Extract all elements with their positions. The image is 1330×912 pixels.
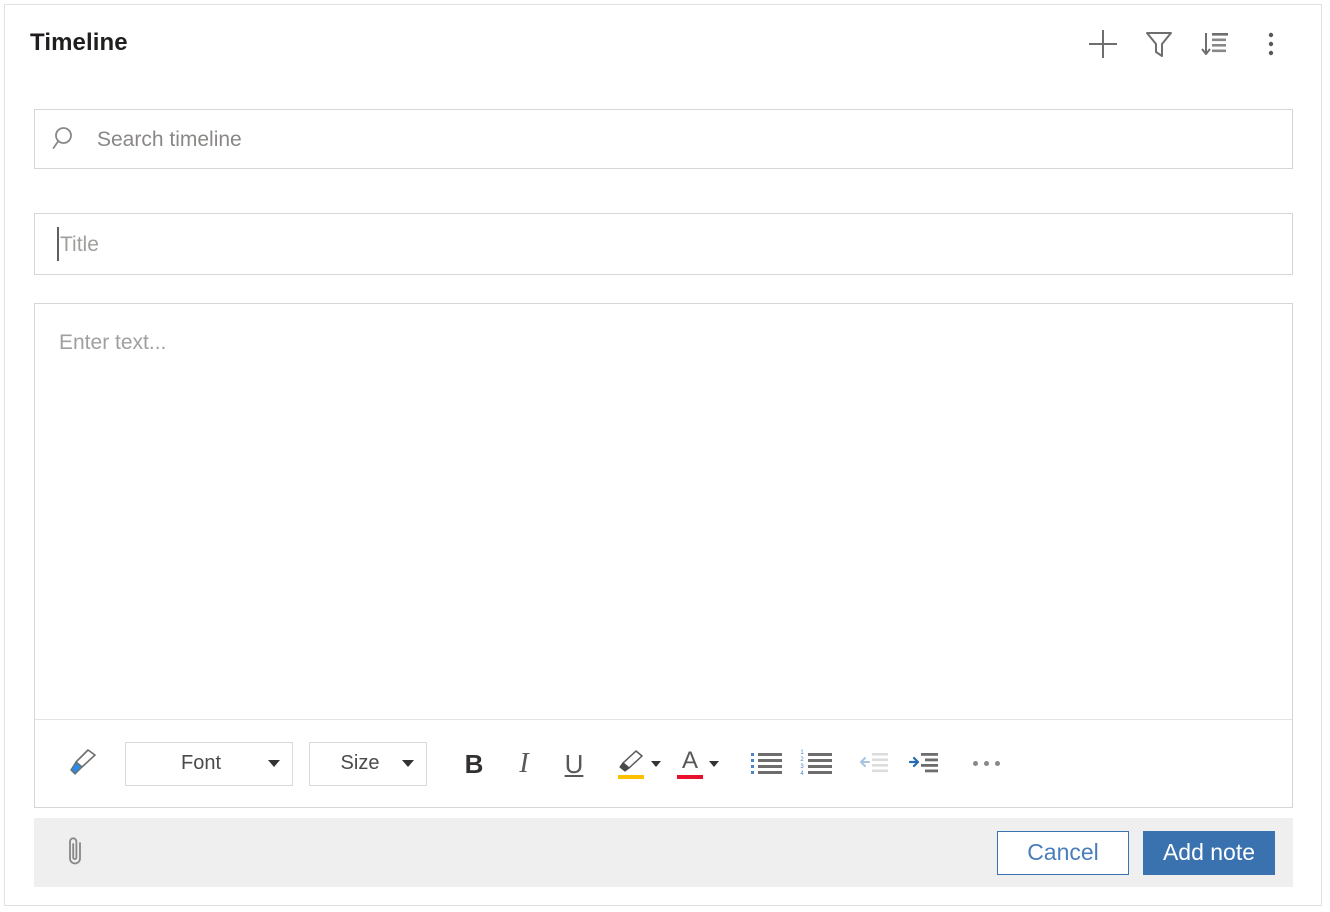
font-size-select[interactable]: Size [309, 741, 427, 786]
underline-icon: U [564, 748, 584, 779]
chevron-down-icon[interactable] [709, 760, 719, 767]
paperclip-icon [63, 834, 89, 871]
bold-icon: B [464, 748, 484, 779]
note-editor: Enter text... Font Size B I U A 1 2 3 4 [34, 303, 1293, 808]
format-painter-icon [66, 745, 100, 782]
bulleted-list-icon [750, 753, 782, 774]
note-body-placeholder: Enter text... [59, 331, 167, 354]
format-toolbar: Font Size B I U A 1 2 3 4 [35, 719, 1292, 807]
more-formatting-button[interactable] [961, 739, 1011, 789]
filter-icon [1143, 28, 1175, 63]
font-color-button[interactable]: A [669, 739, 727, 789]
add-button[interactable] [1075, 23, 1131, 67]
attach-file-button[interactable] [52, 829, 100, 877]
chevron-down-icon[interactable] [651, 760, 661, 767]
note-title-placeholder: Title [60, 232, 99, 256]
font-color-icon: A [677, 746, 703, 779]
decrease-indent-icon [857, 749, 891, 778]
highlighter-icon [617, 749, 645, 779]
increase-indent-button[interactable] [899, 739, 949, 789]
font-family-select[interactable]: Font [125, 741, 293, 786]
underline-button[interactable]: U [549, 739, 599, 789]
more-vertical-icon [1257, 28, 1285, 63]
decrease-indent-button[interactable] [849, 739, 899, 789]
chevron-down-icon [268, 760, 280, 767]
highlight-color-swatch [618, 774, 644, 779]
font-family-value: Font [180, 752, 222, 774]
add-note-button[interactable]: Add note [1143, 830, 1275, 875]
format-painter-button[interactable] [51, 739, 115, 789]
italic-button[interactable]: I [499, 739, 549, 789]
font-color-letter: A [681, 746, 698, 774]
ellipsis-icon [972, 761, 1000, 766]
sort-button[interactable] [1187, 23, 1243, 67]
increase-indent-icon [907, 749, 941, 778]
note-body-field[interactable]: Enter text... [35, 304, 1292, 718]
note-title-field[interactable]: Title [34, 213, 1293, 275]
font-color-swatch [677, 774, 703, 779]
timeline-panel: Timeline Search timeline Title Enter tex… [4, 4, 1322, 906]
chevron-down-icon [402, 760, 414, 767]
more-options-button[interactable] [1243, 23, 1299, 67]
filter-button[interactable] [1131, 23, 1187, 67]
header-action-group [1075, 23, 1299, 67]
text-caret [57, 227, 59, 261]
italic-icon: I [519, 747, 529, 779]
action-bar: Cancel Add note [34, 818, 1293, 887]
text-highlight-button[interactable] [609, 739, 669, 789]
font-size-value: Size [340, 752, 380, 774]
search-icon [35, 124, 97, 154]
panel-header: Timeline [5, 5, 1321, 83]
plus-icon [1086, 27, 1120, 64]
numbered-list-button[interactable]: 1234 [791, 739, 841, 789]
cancel-button[interactable]: Cancel [997, 830, 1129, 875]
page-title: Timeline [30, 29, 128, 56]
numbered-list-icon: 1234 [800, 750, 832, 777]
search-input[interactable]: Search timeline [34, 109, 1293, 169]
bulleted-list-button[interactable] [741, 739, 791, 789]
bold-button[interactable]: B [449, 739, 499, 789]
sort-descending-icon [1199, 28, 1231, 63]
search-placeholder: Search timeline [97, 127, 242, 151]
